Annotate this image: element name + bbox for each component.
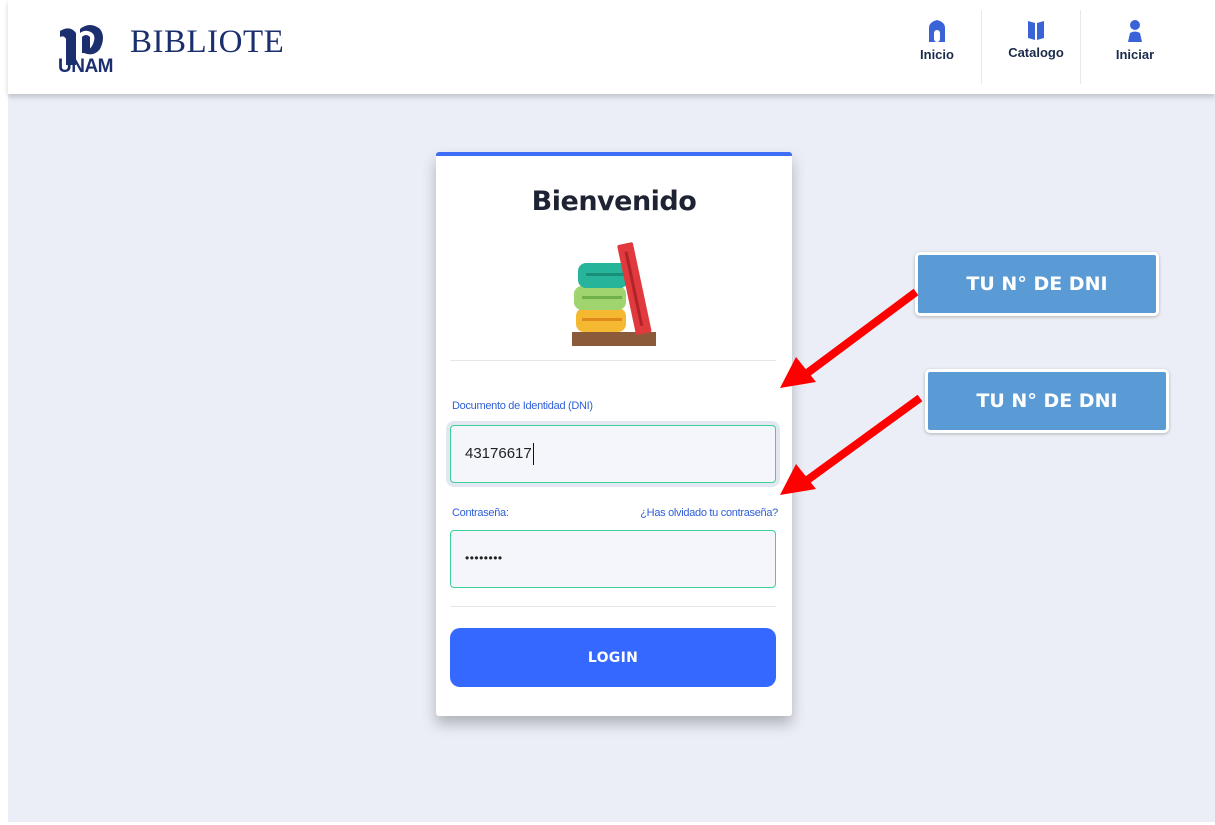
divider bbox=[450, 360, 776, 361]
dni-callout: TU N° DE DNI bbox=[915, 252, 1159, 316]
login-button[interactable]: LOGIN bbox=[450, 628, 776, 687]
login-card: Bienvenido Documento de Identidad (DNI) … bbox=[436, 152, 792, 716]
home-icon bbox=[929, 20, 945, 42]
dni-label: Documento de Identidad (DNI) bbox=[452, 400, 593, 412]
nav-item-catalogo[interactable]: Catalogo bbox=[990, 14, 1082, 82]
nav-item-iniciar[interactable]: Iniciar bbox=[1089, 14, 1181, 82]
top-navbar: UNAM BIBLIOTECA Inicio Catalogo Iniciar bbox=[8, 0, 1215, 94]
dni-value: 43176617 bbox=[465, 445, 532, 462]
book-icon bbox=[1028, 21, 1044, 40]
divider bbox=[450, 606, 776, 607]
text-caret bbox=[532, 443, 534, 466]
password-value: •••••••• bbox=[465, 551, 503, 565]
nav-label-catalogo: Catalogo bbox=[1008, 45, 1064, 60]
password-input[interactable]: •••••••• bbox=[450, 530, 776, 588]
nav-label-inicio: Inicio bbox=[920, 47, 954, 62]
nav-item-inicio[interactable]: Inicio bbox=[891, 14, 983, 82]
user-icon bbox=[1128, 20, 1142, 42]
password-label: Contraseña: bbox=[452, 507, 509, 519]
forgot-password-link[interactable]: ¿Has olvidado tu contraseña? bbox=[640, 507, 778, 519]
logo-text: UNAM bbox=[58, 56, 114, 77]
nav-label-iniciar: Iniciar bbox=[1115, 47, 1155, 62]
welcome-title: Bienvenido bbox=[531, 186, 697, 217]
site-title[interactable]: BIBLIOTECA bbox=[130, 24, 285, 61]
books-illustration-icon bbox=[572, 242, 656, 346]
dni-input[interactable]: 43176617 bbox=[450, 425, 776, 483]
dni-callout: TU N° DE DNI bbox=[925, 369, 1169, 433]
